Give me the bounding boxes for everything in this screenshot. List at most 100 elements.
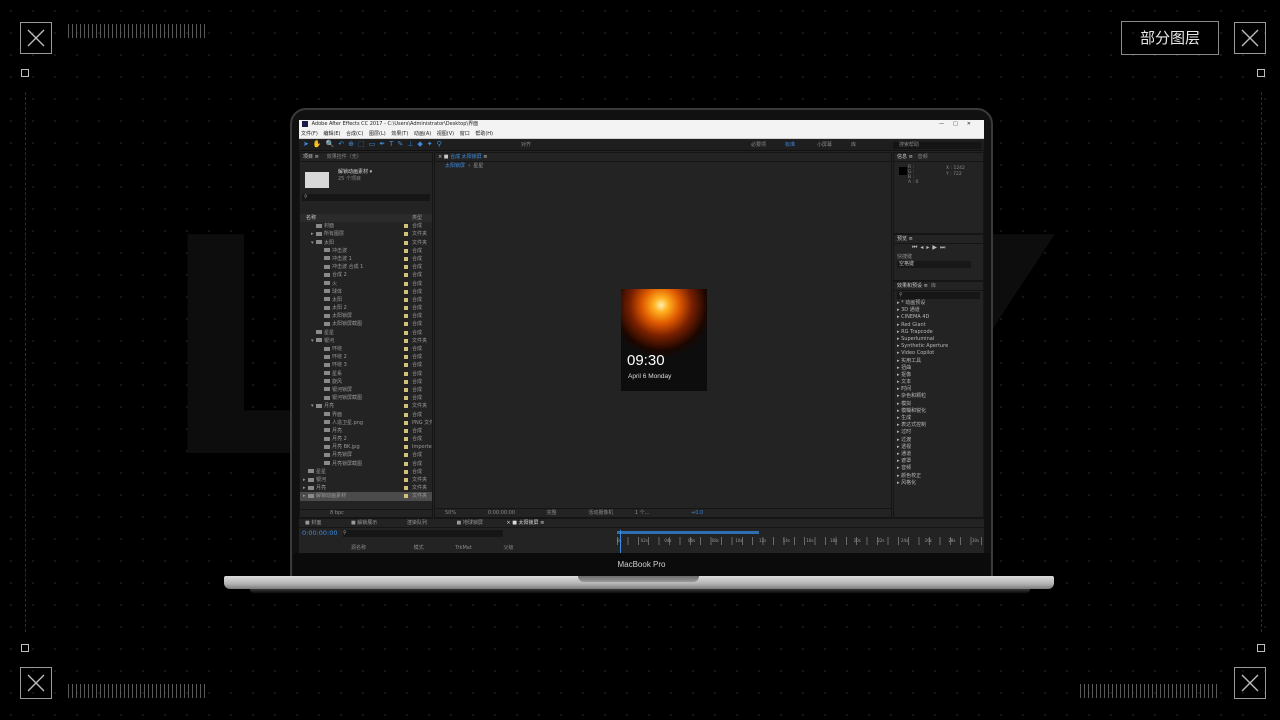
resolution-dropdown[interactable]: 完整 xyxy=(547,510,557,516)
label-color-swatch[interactable] xyxy=(404,461,408,466)
project-item-row[interactable]: 星系 合成 xyxy=(300,370,432,378)
tab-info[interactable]: 信息 xyxy=(897,154,907,160)
label-color-swatch[interactable] xyxy=(404,404,408,409)
effects-category-item[interactable]: ▸ Red Giant xyxy=(897,322,983,329)
menu-help[interactable]: 帮助(H) xyxy=(475,131,493,137)
project-item-row[interactable]: 旋风 合成 xyxy=(300,378,432,386)
help-search-input[interactable]: 搜索帮助 xyxy=(893,142,981,149)
project-item-row[interactable]: 太阳锁屏 合成 xyxy=(300,312,432,320)
project-item-row[interactable]: 界面 合成 xyxy=(300,411,432,419)
project-item-row[interactable]: 人造卫星.png PNG 文件 xyxy=(300,419,432,427)
label-color-swatch[interactable] xyxy=(404,371,408,376)
label-color-swatch[interactable] xyxy=(404,322,408,327)
column-name[interactable]: 名称 xyxy=(306,215,316,221)
project-item-row[interactable]: ▸ 解锁动画素材 文件夹 xyxy=(300,492,432,501)
effects-category-item[interactable]: ▸ Superluminal xyxy=(897,336,983,343)
label-color-swatch[interactable] xyxy=(404,265,408,270)
effects-category-item[interactable]: ▸ Video Copilot xyxy=(897,350,983,357)
project-item-row[interactable]: 月亮锁屏 合成 xyxy=(300,451,432,459)
project-item-row[interactable]: 银河锁屏截图 合成 xyxy=(300,394,432,402)
project-item-row[interactable]: 环绕 合成 xyxy=(300,345,432,353)
menu-window[interactable]: 窗口 xyxy=(460,131,470,137)
label-color-swatch[interactable] xyxy=(404,306,408,311)
project-item-row[interactable]: 环绕 2 合成 xyxy=(300,353,432,361)
shortcut-dropdown[interactable]: 空格键 xyxy=(897,261,971,268)
selected-item-name[interactable]: 解锁动画素材 ▾ xyxy=(338,169,372,176)
workspace-essentials[interactable]: 必要项 xyxy=(751,142,766,149)
label-color-swatch[interactable] xyxy=(404,469,408,474)
tab-earth-lockscreen[interactable]: ■ 地球锁屏 xyxy=(456,520,482,526)
effects-category-item[interactable]: ▸ Synthetic Aperture xyxy=(897,343,983,350)
label-color-swatch[interactable] xyxy=(404,256,408,261)
project-item-row[interactable]: ▾ 银河 文件夹 xyxy=(300,337,432,345)
project-item-row[interactable]: ▸ 月亮 文件夹 xyxy=(300,484,432,492)
label-color-swatch[interactable] xyxy=(404,347,408,351)
comp-timecode[interactable]: 0:00:00:00 xyxy=(488,510,515,516)
project-item-row[interactable]: 月亮 合成 xyxy=(300,427,432,435)
workspace-library[interactable]: 库 xyxy=(851,142,856,149)
tab-effect-controls[interactable]: 效果控件（无） xyxy=(327,154,362,160)
tab-audio[interactable]: 音频 xyxy=(918,154,928,160)
effects-category-item[interactable]: ▸ 过渡 xyxy=(897,437,983,444)
label-color-swatch[interactable] xyxy=(404,248,408,253)
tool-icons[interactable]: ➤✋🔍↶⊕⬚▭✒T✎⊥◆✦⚲ xyxy=(303,141,446,148)
project-item-row[interactable]: 银河锁屏 合成 xyxy=(300,386,432,394)
tab-preview[interactable]: 预览 xyxy=(897,236,907,242)
align-checkbox-label[interactable]: 对齐 xyxy=(521,142,531,149)
label-color-swatch[interactable] xyxy=(404,314,408,319)
menu-effect[interactable]: 效果(T) xyxy=(391,131,408,137)
effects-category-item[interactable]: ▸ 模拟 xyxy=(897,401,983,408)
label-color-swatch[interactable] xyxy=(404,486,408,491)
effects-category-item[interactable]: ▸ 抠像 xyxy=(897,372,983,379)
label-color-swatch[interactable] xyxy=(404,273,408,278)
effects-category-item[interactable]: ▸ 音频 xyxy=(897,465,983,472)
breadcrumb-sun-lockscreen[interactable]: 太阳锁屏 xyxy=(445,163,465,169)
composition-viewer-frame[interactable]: 09:30 April 6 Monday xyxy=(621,289,707,391)
label-color-swatch[interactable] xyxy=(404,437,408,442)
project-item-row[interactable]: 太阳 合成 xyxy=(300,296,432,304)
project-item-row[interactable]: ▸ 银河 文件夹 xyxy=(300,476,432,484)
menu-view[interactable]: 视图(V) xyxy=(437,131,454,137)
project-item-row[interactable]: 冲击波 合成 1 合成 xyxy=(300,263,432,271)
label-color-swatch[interactable] xyxy=(404,297,408,302)
project-item-row[interactable]: ▾ 月亮 文件夹 xyxy=(300,402,432,410)
label-color-swatch[interactable] xyxy=(404,240,408,245)
label-color-swatch[interactable] xyxy=(404,396,408,401)
views-dropdown[interactable]: 1 个... xyxy=(635,510,650,516)
menu-animation[interactable]: 动画(A) xyxy=(414,131,431,137)
bit-depth-label[interactable]: 8 bpc xyxy=(330,510,344,516)
label-color-swatch[interactable] xyxy=(404,420,408,425)
effects-category-item[interactable]: ▸ 3D 通道 xyxy=(897,307,983,314)
close-icon[interactable]: ✕ xyxy=(967,121,980,127)
minimize-icon[interactable]: — xyxy=(939,121,953,127)
timeline-search-input[interactable]: ⚲ xyxy=(343,530,503,537)
label-color-swatch[interactable] xyxy=(404,363,408,368)
effects-category-item[interactable]: ▸ 实用工具 xyxy=(897,358,983,365)
column-type[interactable]: 类型 xyxy=(412,214,422,222)
label-color-swatch[interactable] xyxy=(404,224,408,229)
effects-category-item[interactable]: ▸ 颜色校正 xyxy=(897,473,983,480)
label-color-swatch[interactable] xyxy=(404,387,408,392)
tab-cover[interactable]: ■ 封面 xyxy=(305,520,321,526)
effects-category-item[interactable]: ▸ 透视 xyxy=(897,444,983,451)
effects-category-item[interactable]: ▸ 模糊和锐化 xyxy=(897,408,983,415)
tab-libraries[interactable]: 库 xyxy=(931,283,936,289)
project-item-row[interactable]: ▸ 所有图层 文件夹 xyxy=(300,230,432,238)
project-item-row[interactable]: 环绕 3 合成 xyxy=(300,361,432,369)
project-item-row[interactable]: 封面 合成 xyxy=(300,222,432,230)
column-trkmat[interactable]: TrkMat xyxy=(455,545,472,551)
project-item-row[interactable]: 太阳 2 合成 xyxy=(300,304,432,312)
menu-edit[interactable]: 编辑(E) xyxy=(323,131,340,137)
project-search-input[interactable]: ⚲ xyxy=(302,194,430,201)
effects-category-item[interactable]: ▸ CINEMA 4D xyxy=(897,314,983,321)
menu-layer[interactable]: 图层(L) xyxy=(369,131,386,137)
project-item-row[interactable]: 月亮 2 合成 xyxy=(300,435,432,443)
tab-render-queue[interactable]: 渲染队列 xyxy=(407,520,427,526)
project-item-row[interactable]: 火 合成 xyxy=(300,280,432,288)
playback-controls[interactable]: ⏮◂▸▶⏭ xyxy=(894,244,983,251)
tab-unlock-demo[interactable]: ■ 解锁展示 xyxy=(351,520,377,526)
project-item-row[interactable]: 星星 合成 xyxy=(300,468,432,476)
work-area-bar[interactable] xyxy=(617,531,759,534)
effects-search-input[interactable]: ⚲ xyxy=(897,292,980,299)
effects-category-item[interactable]: ▸ 风格化 xyxy=(897,480,983,487)
